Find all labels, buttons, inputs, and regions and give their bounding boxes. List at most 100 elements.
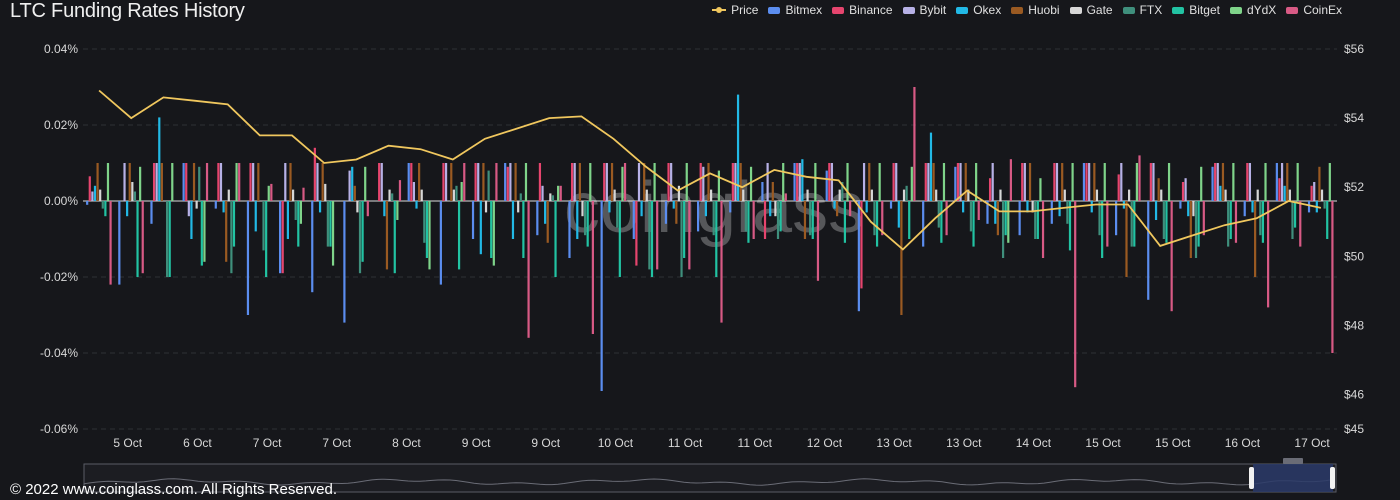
bar-coinex xyxy=(205,163,209,201)
bar-bybit xyxy=(509,163,512,201)
bar-bitmex xyxy=(1082,163,1086,201)
bar-bitmex xyxy=(182,163,185,201)
bar-gate xyxy=(710,189,713,201)
bar-coinex xyxy=(141,201,144,274)
zoom-handle-right[interactable] xyxy=(1330,467,1335,489)
bar-dydx xyxy=(1328,163,1331,201)
bar-bitmex xyxy=(118,201,121,285)
bar-bitget xyxy=(554,201,557,277)
x-axis-tick: 8 Oct xyxy=(392,436,421,450)
bar-binance xyxy=(1310,185,1313,201)
bar-ftx xyxy=(487,170,490,201)
bar-coinex xyxy=(784,193,787,201)
bar-okex xyxy=(383,201,386,217)
bar-bitget xyxy=(1068,201,1072,251)
x-axis-tick: 9 Oct xyxy=(531,436,560,450)
bar-binance xyxy=(442,163,445,201)
bar-bitmex xyxy=(1275,163,1278,201)
bar-okex xyxy=(1154,201,1158,220)
bar-huobi xyxy=(1061,163,1064,201)
bar-coinex xyxy=(1202,201,1205,236)
bar-coinex xyxy=(913,87,916,201)
bar-ftx xyxy=(262,201,265,251)
right-axis-tick: $56 xyxy=(1344,42,1364,56)
x-axis-tick: 13 Oct xyxy=(876,436,912,450)
x-axis-tick: 10 Oct xyxy=(598,436,634,450)
bar-ftx xyxy=(198,166,201,201)
bar-ftx xyxy=(744,201,747,232)
bar-coinex xyxy=(849,201,852,217)
bar-huobi xyxy=(836,201,839,217)
x-axis-tick: 16 Oct xyxy=(1225,436,1261,450)
bar-gate xyxy=(870,189,873,201)
bar-bitmex xyxy=(1243,201,1246,217)
bar-okex xyxy=(769,201,772,217)
bar-dydx xyxy=(267,185,270,201)
bar-coinex xyxy=(1331,201,1334,353)
bar-dydx xyxy=(1007,201,1010,243)
bar-gate xyxy=(1192,201,1195,217)
bar-ftx xyxy=(905,185,908,201)
bar-ftx xyxy=(616,201,619,228)
bar-binance xyxy=(410,163,413,201)
bar-bitget xyxy=(1229,201,1232,239)
bar-okex xyxy=(1251,201,1254,213)
bar-ftx xyxy=(326,201,329,247)
bar-coinex xyxy=(816,201,820,281)
bar-binance xyxy=(1181,182,1185,201)
bar-gate xyxy=(838,189,841,201)
bar-bybit xyxy=(187,201,190,217)
bar-binance xyxy=(217,163,220,201)
bar-huobi xyxy=(514,163,517,201)
bar-bitget xyxy=(618,201,621,277)
bar-coinex xyxy=(109,201,112,285)
bar-bybit xyxy=(1248,163,1252,201)
zoom-handle-left[interactable] xyxy=(1249,467,1254,489)
bar-bybit xyxy=(155,163,158,201)
bar-bitget xyxy=(1133,201,1136,247)
bar-bitget xyxy=(361,201,364,262)
bar-coinex xyxy=(1074,201,1077,388)
bar-gate xyxy=(549,193,552,201)
bar-bybit xyxy=(1216,163,1219,201)
bar-bitmex xyxy=(697,201,700,232)
bar-huobi xyxy=(385,201,389,270)
x-axis-tick: 9 Oct xyxy=(462,436,491,450)
bar-bybit xyxy=(444,163,448,201)
bar-okex xyxy=(1283,185,1286,201)
bar-coinex xyxy=(945,201,948,236)
bar-bybit xyxy=(798,163,801,201)
bar-coinex xyxy=(1138,155,1141,201)
bar-okex xyxy=(833,201,836,209)
bar-dydx xyxy=(557,185,560,201)
bar-gate xyxy=(131,182,134,201)
bar-gate xyxy=(645,189,648,201)
bar-binance xyxy=(1053,163,1056,201)
bar-bitget xyxy=(715,201,718,277)
bar-okex xyxy=(1219,185,1222,201)
bar-gate xyxy=(517,201,520,213)
bar-okex xyxy=(190,201,193,239)
bar-ftx xyxy=(101,201,104,209)
bar-bybit xyxy=(252,163,255,201)
bar-gate xyxy=(1320,189,1324,201)
bar-binance xyxy=(763,201,767,239)
bar-bitmex xyxy=(1018,201,1021,236)
bar-okex xyxy=(704,201,707,217)
bar-bitmex xyxy=(343,201,346,323)
bar-huobi xyxy=(707,163,710,201)
bar-okex xyxy=(929,132,933,201)
bar-ftx xyxy=(969,201,973,232)
zoom-window[interactable] xyxy=(1253,464,1333,492)
bar-dydx xyxy=(1167,163,1171,201)
bar-bitget xyxy=(232,201,236,247)
bar-binance xyxy=(796,163,799,201)
bar-gate xyxy=(227,189,230,201)
bar-bybit xyxy=(412,182,416,201)
bar-gate xyxy=(1256,189,1259,201)
bar-huobi xyxy=(868,163,871,201)
zoom-grip[interactable] xyxy=(1283,458,1303,464)
bar-ftx xyxy=(1194,201,1198,258)
bar-bitmex xyxy=(729,201,732,213)
bar-bybit xyxy=(316,163,319,201)
